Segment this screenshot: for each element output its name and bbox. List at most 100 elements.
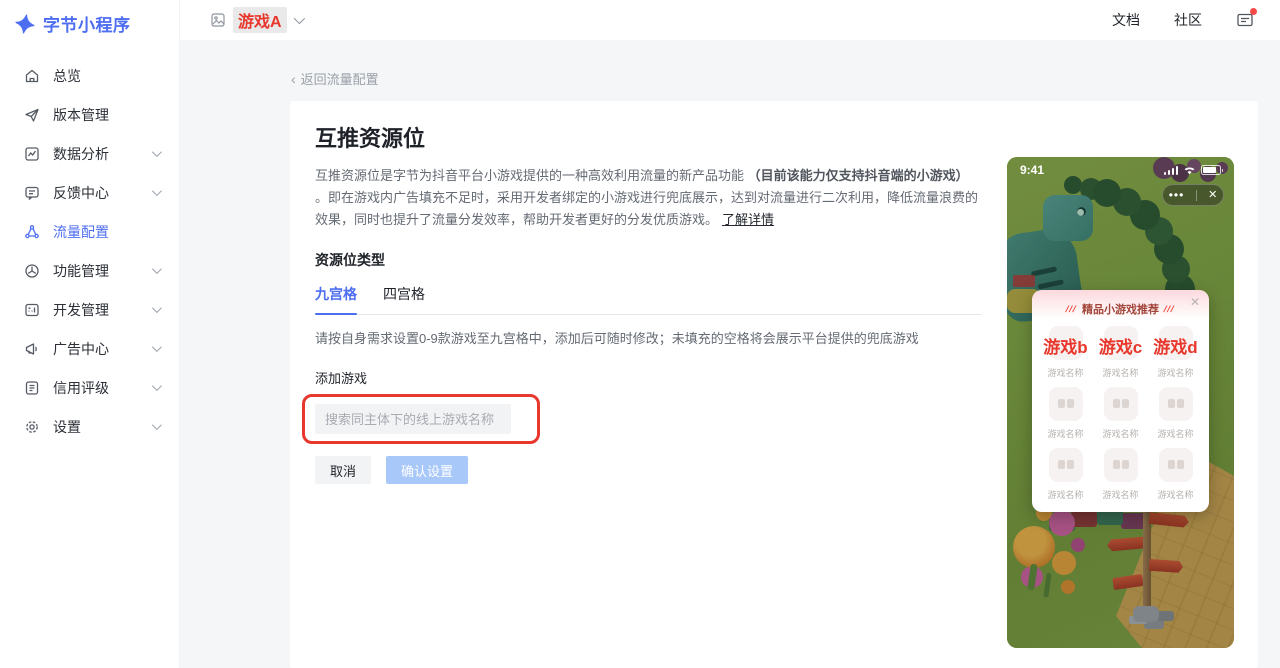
game-slot-9: 游戏名称 <box>1148 448 1203 509</box>
sidebar-item-settings[interactable]: 设置 <box>0 407 179 446</box>
description-text: 互推资源位是字节为抖音平台小游戏提供的一种高效利用流量的新产品功能 <box>315 168 748 183</box>
notification-badge <box>1250 8 1257 15</box>
sidebar-item-feedback[interactable]: 反馈中心 <box>0 173 179 212</box>
annotation-highlight-box <box>302 394 540 445</box>
capsule-close-button[interactable]: ✕ <box>1208 189 1217 201</box>
mini-app-capsule: ••• ✕ <box>1162 184 1224 206</box>
sidebar-item-label: 总览 <box>53 67 81 84</box>
develop-icon <box>25 303 39 316</box>
tab-four-grid[interactable]: 四宫格 <box>383 284 425 314</box>
analytics-icon <box>25 146 39 161</box>
sidebar-item-overview[interactable]: 总览 <box>0 56 179 95</box>
back-link-label: 返回流量配置 <box>300 72 379 87</box>
game-slot-3: 游戏d 游戏名称 <box>1148 326 1203 387</box>
mask-glyph-icon <box>1057 399 1074 408</box>
sidebar: 字节小程序 总览 版本管理 数据分析 反馈中心 流量配置 功能管理 开发管理 广… <box>0 0 180 668</box>
wifi-icon <box>1184 167 1195 175</box>
modal-header: /// 精品小游戏推荐 /// <box>1032 290 1209 322</box>
sidebar-item-traffic-config[interactable]: 流量配置 <box>0 212 179 251</box>
back-to-traffic-config-link[interactable]: ‹ 返回流量配置 <box>291 69 379 88</box>
chevron-down-icon <box>151 420 162 431</box>
description-text: 。即在游戏内广告填充不足时，采用开发者绑定的小游戏进行兜底展示，达到对流量进行二… <box>315 189 979 227</box>
phone-preview: 9:41 ••• ✕ /// 精品小游戏推荐 /// ✕ 游戏b 游戏名称 游戏… <box>1007 157 1234 648</box>
logo-text: 字节小程序 <box>43 16 131 35</box>
game-name-overlay: 游戏b <box>1043 338 1088 357</box>
app-logo: 字节小程序 <box>0 0 179 36</box>
description-bold-text: （目前该能力仅支持抖音端的小游戏） <box>747 168 969 183</box>
game-slot-1: 游戏b 游戏名称 <box>1038 326 1093 387</box>
sidebar-item-label: 数据分析 <box>53 145 109 162</box>
status-time: 9:41 <box>1020 163 1045 177</box>
credit-icon <box>25 380 39 395</box>
game-slot-7: 游戏名称 <box>1038 448 1093 509</box>
game-slot-5: 游戏名称 <box>1093 387 1148 448</box>
version-icon <box>25 108 39 122</box>
game-icon-placeholder[interactable] <box>1103 448 1138 482</box>
ads-icon <box>25 342 37 355</box>
chevron-down-icon <box>151 264 162 275</box>
sidebar-item-ads[interactable]: 广告中心 <box>0 329 179 368</box>
game-slot-8: 游戏名称 <box>1093 448 1148 509</box>
game-grid: 游戏b 游戏名称 游戏c 游戏名称 游戏d 游戏名称 游戏名称 游戏名称 游戏名… <box>1032 326 1209 509</box>
sidebar-item-features[interactable]: 功能管理 <box>0 251 179 290</box>
mask-glyph-icon <box>1167 399 1184 408</box>
chevron-down-icon <box>151 381 162 392</box>
chevron-down-icon <box>151 186 162 197</box>
sidebar-item-analytics[interactable]: 数据分析 <box>0 134 179 173</box>
chevron-down-icon <box>151 303 162 314</box>
sidebar-item-label: 流量配置 <box>53 223 109 240</box>
traffic-icon <box>25 224 39 238</box>
settings-icon <box>26 420 38 433</box>
content-card: 互推资源位 互推资源位是字节为抖音平台小游戏提供的一种高效利用流量的新产品功能 … <box>290 101 1258 668</box>
mask-glyph-icon <box>1112 399 1129 408</box>
game-slot-6: 游戏名称 <box>1148 387 1203 448</box>
sidebar-item-label: 开发管理 <box>53 301 109 318</box>
sidebar-item-credit[interactable]: 信用评级 <box>0 368 179 407</box>
modal-title: 精品小游戏推荐 <box>1082 304 1159 316</box>
game-icon-placeholder[interactable] <box>1158 387 1193 421</box>
signal-icon <box>1163 165 1178 175</box>
game-selector[interactable]: 游戏A <box>210 7 305 33</box>
game-icon-placeholder[interactable] <box>1048 387 1083 421</box>
game-caption: 游戏名称 <box>1157 429 1194 439</box>
docs-link[interactable]: 文档 <box>1112 10 1140 30</box>
game-thumbnail-icon <box>211 13 225 27</box>
game-caption: 游戏名称 <box>1047 368 1084 378</box>
sidebar-item-develop[interactable]: 开发管理 <box>0 290 179 329</box>
cancel-button[interactable]: 取消 <box>315 456 372 485</box>
back-chevron-icon: ‹ <box>291 70 296 87</box>
sidebar-menu: 总览 版本管理 数据分析 反馈中心 流量配置 功能管理 开发管理 广告中心 信用… <box>0 56 179 446</box>
feature-icon <box>25 263 39 278</box>
mask-glyph-icon <box>1057 460 1074 469</box>
page-title: 互推资源位 <box>315 126 426 151</box>
sidebar-item-label: 设置 <box>53 418 81 435</box>
sidebar-item-label: 功能管理 <box>53 262 109 279</box>
game-caption: 游戏名称 <box>1102 368 1139 378</box>
feedback-icon <box>25 186 39 200</box>
home-icon <box>25 69 39 82</box>
battery-icon <box>1201 165 1223 175</box>
game-slot-4: 游戏名称 <box>1038 387 1093 448</box>
capsule-more-button[interactable]: ••• <box>1169 189 1185 201</box>
confirm-settings-button[interactable]: 确认设置 <box>386 456 469 485</box>
game-caption: 游戏名称 <box>1047 429 1084 439</box>
game-caption: 游戏名称 <box>1102 490 1139 500</box>
game-icon-placeholder[interactable] <box>1103 387 1138 421</box>
game-search-input[interactable] <box>315 404 511 435</box>
learn-more-link[interactable]: 了解详情 <box>722 212 774 227</box>
tab-nine-grid[interactable]: 九宫格 <box>315 284 357 316</box>
current-game-name: 游戏A <box>233 7 287 33</box>
top-header: 游戏A 文档 社区 <box>180 0 1280 40</box>
title-deco-left: /// <box>1064 304 1079 314</box>
community-link[interactable]: 社区 <box>1174 10 1202 30</box>
game-caption: 游戏名称 <box>1047 490 1084 500</box>
sidebar-item-label: 版本管理 <box>53 106 109 123</box>
chevron-down-icon <box>293 12 305 25</box>
sidebar-item-version[interactable]: 版本管理 <box>0 95 179 134</box>
game-icon-placeholder[interactable] <box>1048 448 1083 482</box>
modal-close-icon[interactable]: ✕ <box>1190 296 1200 308</box>
notifications-button[interactable] <box>1236 8 1257 29</box>
phone-status-bar: 9:41 <box>1007 163 1234 177</box>
game-icon-placeholder[interactable] <box>1158 448 1193 482</box>
mask-glyph-icon <box>1167 460 1184 469</box>
